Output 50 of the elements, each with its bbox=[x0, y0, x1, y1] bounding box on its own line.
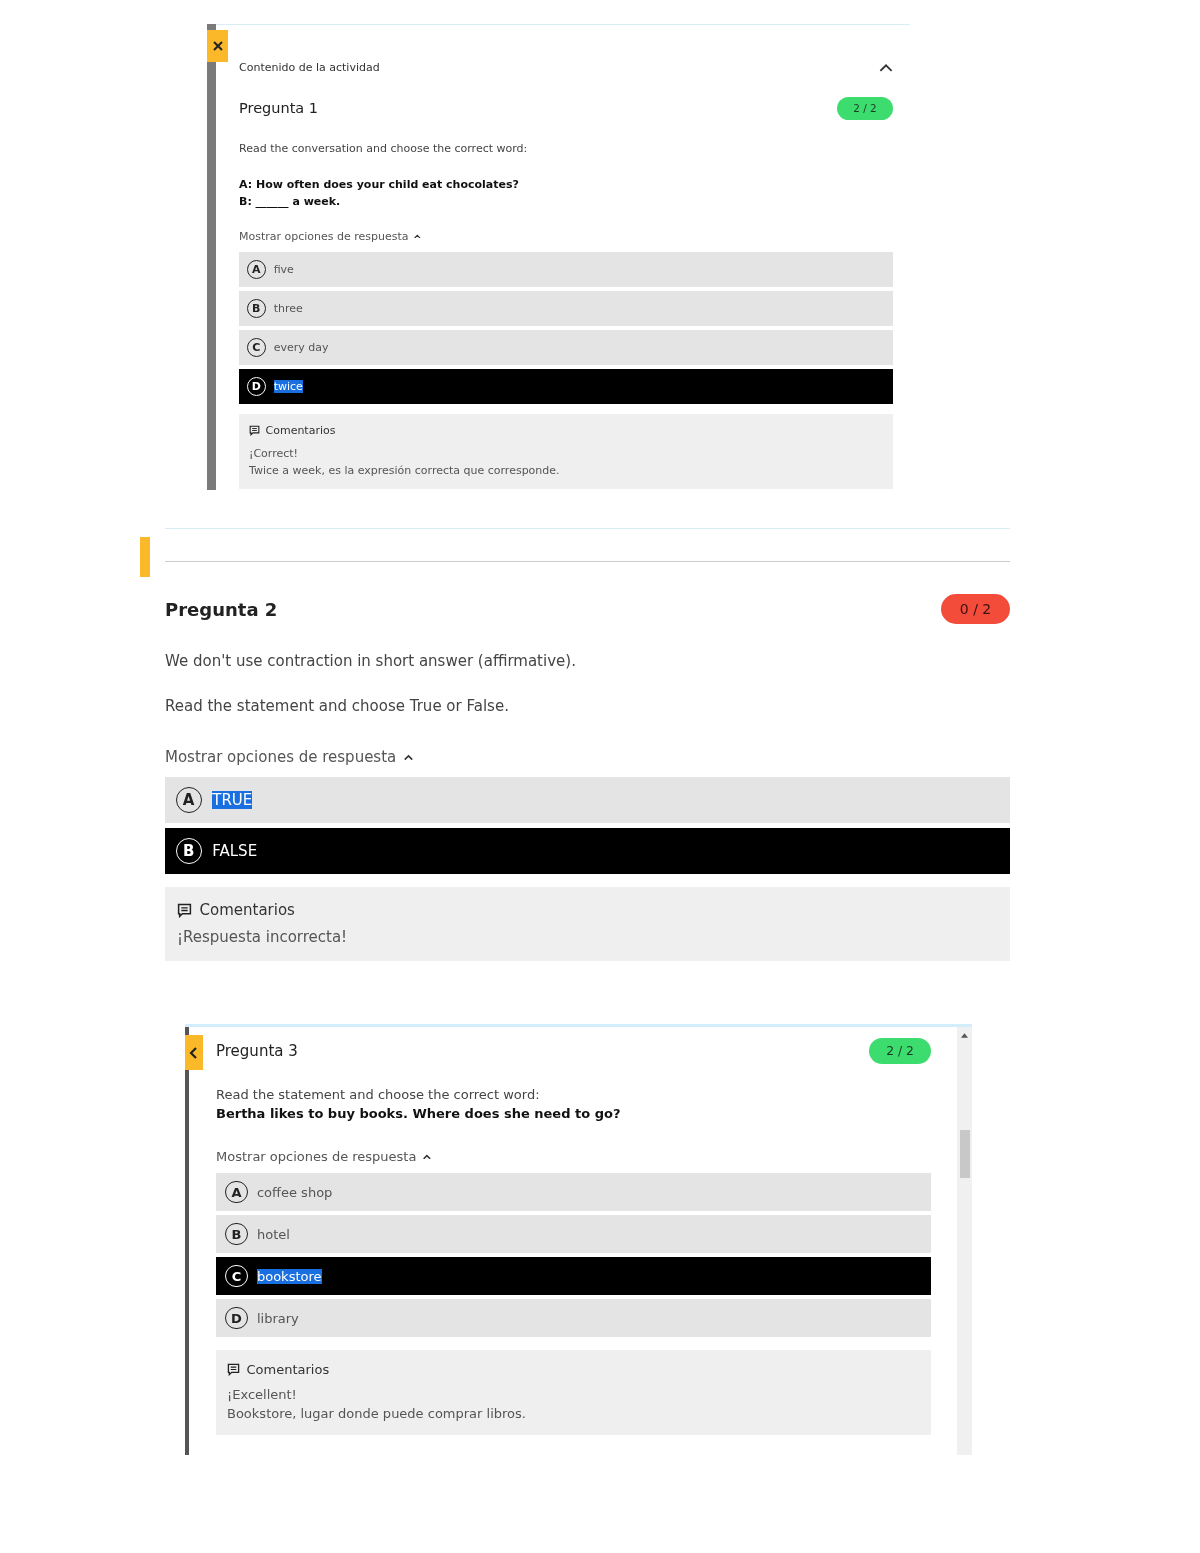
feedback-title: Comentarios bbox=[199, 901, 295, 919]
collapse-icon[interactable] bbox=[879, 62, 893, 72]
instruction-text: Read the conversation and choose the correct word: bbox=[239, 141, 529, 157]
feedback-text: ¡Respuesta incorrecta! bbox=[177, 928, 349, 946]
scrollbar[interactable] bbox=[957, 1027, 972, 1455]
feedback-title: Comentarios bbox=[265, 424, 336, 437]
instruction-text: We don't use contraction in short answer (affirmative). bbox=[165, 651, 577, 671]
answer-option[interactable]: B three bbox=[239, 291, 893, 326]
answer-option[interactable]: B hotel bbox=[216, 1215, 931, 1253]
scroll-up-icon[interactable] bbox=[961, 1033, 968, 1038]
answer-option[interactable]: D twice bbox=[239, 369, 893, 404]
comment-icon bbox=[177, 902, 192, 918]
feedback-text: ¡Correct! bbox=[249, 446, 299, 462]
answer-option[interactable]: C every day bbox=[239, 330, 893, 365]
answer-option[interactable]: B FALSE bbox=[165, 828, 1010, 874]
caret-up-icon bbox=[414, 233, 421, 239]
question-text: Bertha likes to buy books. Where does she need to go? bbox=[216, 1105, 622, 1123]
answer-option[interactable]: C bookstore bbox=[216, 1257, 931, 1295]
show-options-toggle[interactable]: Mostrar opciones de respuesta bbox=[239, 229, 421, 243]
instruction-text: Read the statement and choose the correct word: bbox=[216, 1086, 541, 1104]
close-button[interactable] bbox=[207, 30, 228, 62]
back-button[interactable] bbox=[185, 1035, 203, 1070]
scrollbar-thumb[interactable] bbox=[959, 1130, 970, 1178]
question-title: Pregunta 3 bbox=[216, 1042, 298, 1060]
question-title: Pregunta 2 bbox=[165, 598, 278, 620]
chevron-left-icon bbox=[188, 1046, 200, 1059]
answer-option[interactable]: A coffee shop bbox=[216, 1173, 931, 1211]
question-text: B: ______ a week. bbox=[239, 194, 342, 210]
comment-icon bbox=[227, 1363, 240, 1376]
score-badge: 2 / 2 bbox=[837, 96, 893, 120]
score-badge: 2 / 2 bbox=[869, 1038, 931, 1064]
question-title: Pregunta 1 bbox=[239, 100, 319, 116]
score-badge: 0 / 2 bbox=[941, 594, 1010, 624]
answer-option[interactable]: D library bbox=[216, 1299, 931, 1337]
activity-header-title: Contenido de la actividad bbox=[239, 60, 380, 74]
question-text: A: How often does your child eat chocolates? bbox=[239, 177, 520, 193]
feedback-text: Bookstore, lugar donde puede comprar libros. bbox=[227, 1404, 527, 1423]
section-marker bbox=[140, 537, 150, 577]
feedback-title: Comentarios bbox=[246, 1362, 330, 1377]
show-options-toggle[interactable]: Mostrar opciones de respuesta bbox=[165, 747, 413, 767]
feedback-text: ¡Excellent! bbox=[227, 1385, 298, 1404]
answer-option[interactable]: A TRUE bbox=[165, 777, 1010, 823]
feedback-text: Twice a week, es la expresión correcta que corresponde. bbox=[249, 463, 561, 479]
caret-up-icon bbox=[403, 753, 413, 761]
comment-icon bbox=[249, 425, 260, 436]
caret-up-icon bbox=[422, 1153, 431, 1160]
answer-option[interactable]: A five bbox=[239, 252, 893, 287]
show-options-toggle[interactable]: Mostrar opciones de respuesta bbox=[216, 1147, 431, 1166]
instruction-text: Read the statement and choose True or False. bbox=[165, 696, 510, 716]
close-icon bbox=[211, 40, 224, 52]
